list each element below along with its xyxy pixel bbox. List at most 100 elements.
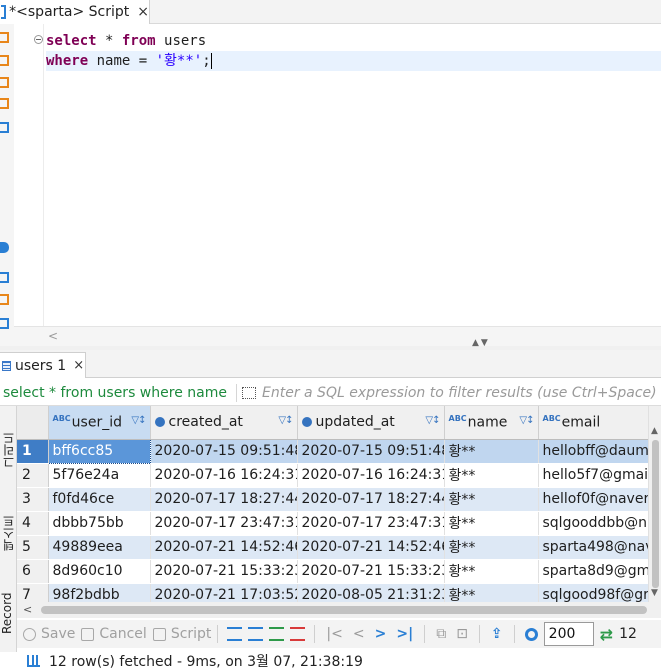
scrollbar-thumb[interactable] [652,440,659,588]
cell-created-at[interactable]: 2020-07-17 23:47:31 [150,511,298,536]
cell-email[interactable]: sqlgood98f@gr [538,583,648,602]
close-icon[interactable]: × [73,358,84,373]
fold-collapse-icon[interactable] [34,35,43,44]
table-row[interactable]: 1 bff6cc85 2020-07-15 09:51:48 2020-07-1… [17,438,648,464]
add-row-icon[interactable] [248,627,264,641]
editor-horizontal-scrollbar[interactable]: < [14,326,661,346]
column-header-name[interactable]: ABCname ▽↕ [444,406,539,440]
grid-vertical-scrollbar[interactable]: ▲ ▼ [648,406,661,602]
row-number[interactable]: 3 [17,487,49,512]
sort-filter-icon[interactable]: ▽↕ [278,415,293,426]
column-header-created-at[interactable]: created_at ▽↕ [150,406,298,440]
scroll-left-icon[interactable]: < [23,603,32,616]
export-data-icon[interactable]: ⇪ [491,626,503,642]
code-line-1[interactable]: select * from users [46,31,661,51]
cell-name[interactable]: 황** [444,463,539,488]
row-number[interactable]: 7 [17,583,49,602]
format-icon[interactable] [0,318,9,329]
cell-updated-at[interactable]: 2020-07-21 14:52:46 [297,535,445,560]
history-icon[interactable] [0,294,9,305]
cell-name[interactable]: 황** [444,511,539,536]
scrollbar-thumb[interactable] [41,606,647,614]
sql-editor[interactable]: select * from users where name = '황**'; [14,24,661,326]
code-line-2[interactable]: where name = '황**'; [46,51,661,71]
row-number[interactable]: 1 [17,439,49,464]
script-button[interactable]: Script [152,626,211,642]
cell-created-at[interactable]: 2020-07-16 16:24:31 [150,463,298,488]
cell-name[interactable]: 황** [444,559,539,584]
cell-user-id[interactable]: 98f2bdbb [48,583,151,602]
settings-icon[interactable] [0,242,9,253]
cell-created-at[interactable]: 2020-07-21 17:03:52 [150,583,298,602]
cell-updated-at[interactable]: 2020-07-16 16:24:31 [297,463,445,488]
cell-updated-at[interactable]: 2020-07-17 23:47:31 [297,511,445,536]
table-row[interactable]: 5 49889eea 2020-07-21 14:52:46 2020-07-2… [17,535,648,560]
row-number[interactable]: 6 [17,559,49,584]
edit-row-icon[interactable] [227,627,243,641]
fetch-all-icon[interactable]: ⊡ [456,626,468,642]
cell-user-id[interactable]: 8d960c10 [48,559,151,584]
side-tab-record[interactable]: Record [0,578,16,648]
gear-icon[interactable] [524,627,538,641]
close-icon[interactable]: × [137,4,149,20]
cell-updated-at[interactable]: 2020-07-15 09:51:48 [297,439,445,464]
cell-created-at[interactable]: 2020-07-15 09:51:48 [150,439,298,464]
cell-user-id[interactable]: dbbb75bb [48,511,151,536]
table-row[interactable]: 2 5f76e24a 2020-07-16 16:24:31 2020-07-1… [17,463,648,488]
execute-script-new-tab-icon[interactable] [0,98,9,109]
tab-users-1[interactable]: users 1 × [0,352,86,378]
scroll-up-icon[interactable]: ▲ [651,426,658,436]
column-header-user-id[interactable]: ABCuser_id ▽↕ [48,406,151,440]
cell-created-at[interactable]: 2020-07-17 18:27:44 [150,487,298,512]
cell-email[interactable]: sparta8d9@gm [538,559,648,584]
table-row[interactable]: 6 8d960c10 2020-07-21 15:33:23 2020-07-2… [17,559,648,584]
results-grid[interactable]: ABCuser_id ▽↕ created_at ▽↕ updated_at ▽↕ A… [17,406,648,602]
execute-script-icon[interactable] [0,77,9,88]
column-header-email[interactable]: ABCemail [538,406,648,440]
cell-email[interactable]: sparta498@nav [538,535,648,560]
tab-sparta-script[interactable]: *<sparta> Script × [0,0,150,24]
row-number[interactable]: 2 [17,463,49,488]
cell-name[interactable]: 황** [444,439,539,464]
previous-page-icon[interactable]: < [353,626,365,642]
cell-updated-at[interactable]: 2020-07-17 18:27:44 [297,487,445,512]
fetch-size-input[interactable]: 200 [543,622,594,646]
cell-email[interactable]: hello5f7@gmai [538,463,648,488]
execute-statement-icon[interactable] [0,32,9,43]
column-header-updated-at[interactable]: updated_at ▽↕ [297,406,445,440]
cancel-button[interactable]: Cancel [81,626,147,642]
scroll-down-icon[interactable]: ▼ [651,588,658,598]
cell-email[interactable]: sqlgooddbb@n [538,511,648,536]
explain-plan-icon[interactable] [0,122,9,133]
side-tab-text[interactable]: 텍스트 [0,498,16,568]
filter-input[interactable]: Enter a SQL expression to filter results… [262,385,661,401]
expand-filter-icon[interactable] [241,386,257,400]
cell-name[interactable]: 황** [444,487,539,512]
filter-query-text[interactable]: select * from users where name [0,385,236,401]
sort-filter-icon[interactable]: ▽↕ [425,415,440,426]
cell-created-at[interactable]: 2020-07-21 15:33:23 [150,559,298,584]
grid-horizontal-scrollbar[interactable]: < [17,602,661,618]
cell-user-id[interactable]: bff6cc85 [47,438,151,464]
cell-updated-at[interactable]: 2020-07-21 15:33:23 [297,559,445,584]
sort-filter-icon[interactable]: ▽↕ [131,415,146,426]
maximize-panel-icon[interactable]: ▲▼ [472,338,490,348]
cell-user-id[interactable]: f0fd46ce [48,487,151,512]
table-row[interactable]: 7 98f2bdbb 2020-07-21 17:03:52 2020-08-0… [17,583,648,602]
export-icon[interactable] [0,272,9,283]
cell-name[interactable]: 황** [444,583,539,602]
save-button[interactable]: Save [23,626,75,642]
execute-new-tab-icon[interactable] [0,55,9,66]
cell-email[interactable]: hellobff@daum [538,439,648,464]
cell-user-id[interactable]: 5f76e24a [48,463,151,488]
last-page-icon[interactable]: >| [396,626,413,642]
scroll-left-icon[interactable]: < [48,329,58,343]
sort-filter-icon[interactable]: ▽↕ [519,415,534,426]
cell-created-at[interactable]: 2020-07-21 14:52:46 [150,535,298,560]
cell-email[interactable]: hellof0f@naver [538,487,648,512]
side-tab-grid[interactable]: 그리드 [0,410,16,490]
first-page-icon[interactable]: |< [326,626,342,642]
table-row[interactable]: 4 dbbb75bb 2020-07-17 23:47:31 2020-07-1… [17,511,648,536]
row-number[interactable]: 4 [17,511,49,536]
refresh-icon[interactable]: ⇄ [600,625,613,644]
